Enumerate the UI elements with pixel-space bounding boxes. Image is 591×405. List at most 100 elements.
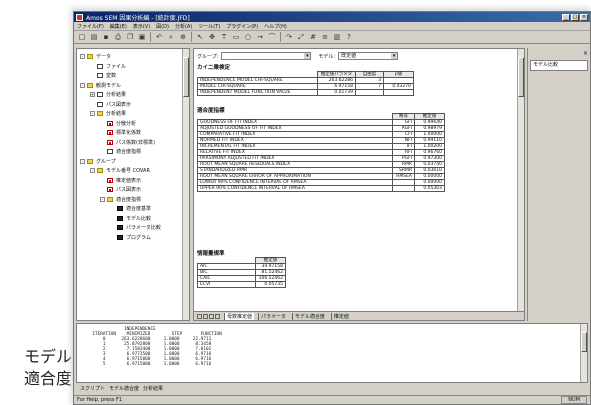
- tree-item-label: プログラム: [126, 234, 151, 241]
- tree-item[interactable]: - 適合度指標: [80, 195, 189, 205]
- expand-toggle-icon[interactable]: -: [80, 54, 85, 60]
- new-icon[interactable]: □: [77, 32, 87, 42]
- tab-2[interactable]: 分析結果: [143, 385, 163, 392]
- tree-item-label: 変数: [106, 73, 117, 80]
- arrow-icon[interactable]: →: [255, 32, 265, 42]
- document-icon: [97, 63, 103, 69]
- group-select[interactable]: [221, 52, 312, 60]
- tab-1[interactable]: モデル適合度: [109, 385, 139, 392]
- expand-toggle-icon[interactable]: -: [90, 111, 95, 117]
- zoom-icon[interactable]: ⊕: [178, 32, 188, 42]
- tree-item[interactable]: 分散分析: [80, 119, 189, 129]
- expand-toggle-icon[interactable]: -: [90, 168, 95, 174]
- help-icon[interactable]: ?: [344, 32, 354, 42]
- tree-item[interactable]: 推定値表示: [80, 176, 189, 186]
- tree-item[interactable]: モデル比較: [80, 214, 189, 224]
- open-icon[interactable]: ▤: [89, 32, 99, 42]
- tree-item[interactable]: - モデル番号 COVAR: [80, 166, 189, 176]
- tree-item-label: グループ: [96, 158, 116, 165]
- table-cell: ECVI: [197, 281, 256, 288]
- menu-item-6[interactable]: プラグイン(P): [226, 23, 258, 30]
- tree-item[interactable]: - 観測モデル: [80, 81, 189, 91]
- text-icon[interactable]: T: [219, 32, 229, 42]
- expand-toggle-icon[interactable]: -: [100, 196, 105, 202]
- tab-2[interactable]: モデル適合度: [291, 312, 327, 320]
- redo-icon[interactable]: ↷: [284, 32, 294, 42]
- curve-icon[interactable]: ⌒: [267, 32, 277, 42]
- move-icon[interactable]: ✥: [207, 32, 217, 42]
- tree-item[interactable]: 変数: [80, 71, 189, 81]
- tab-0[interactable]: スクリプト: [80, 385, 105, 392]
- tab-0[interactable]: 母数推定値: [224, 312, 255, 320]
- model-compare-item[interactable]: モデル比較: [530, 60, 588, 71]
- copy-icon[interactable]: ❐: [125, 32, 135, 42]
- table-row: INDEPENDENT MODEL FUNCTION VALUE 0.01739: [197, 89, 414, 96]
- tab-1[interactable]: パラメータ: [258, 312, 288, 320]
- scrollbar-thumb[interactable]: [581, 332, 587, 352]
- rect-icon[interactable]: ▭: [231, 32, 241, 42]
- report-icon: [117, 206, 123, 212]
- tree-item[interactable]: 適合度指標: [80, 147, 189, 157]
- tree-item[interactable]: + 分析結果: [80, 90, 189, 100]
- tab-nav-arrow-icon[interactable]: [203, 313, 208, 319]
- result-document-icon: [107, 187, 113, 193]
- tab-nav-arrow-icon[interactable]: [215, 313, 220, 319]
- result-document-icon: [107, 139, 113, 145]
- print-icon[interactable]: ⎙: [113, 32, 123, 42]
- save-icon[interactable]: ▪: [101, 32, 111, 42]
- model-select[interactable]: 既定値: [338, 52, 399, 60]
- close-button[interactable]: ×: [580, 13, 588, 21]
- tab-nav-arrow-icon[interactable]: [197, 313, 202, 319]
- tree-item[interactable]: 適合度基準: [80, 204, 189, 214]
- paste-icon[interactable]: ▣: [137, 32, 147, 42]
- tree-item[interactable]: プログラム: [80, 233, 189, 243]
- tree-item[interactable]: - グループ: [80, 157, 189, 167]
- tree-item[interactable]: パラメータ比較: [80, 223, 189, 233]
- tree-item[interactable]: 標準化係数: [80, 128, 189, 138]
- tree-item[interactable]: パス係数(非標準): [80, 138, 189, 148]
- menu-item-0[interactable]: ファイル(F): [77, 23, 104, 30]
- expand-toggle-icon[interactable]: -: [80, 82, 85, 88]
- oval-icon[interactable]: ○: [243, 32, 253, 42]
- tree-scrollbar[interactable]: [182, 49, 189, 320]
- list-icon[interactable]: ≡: [320, 32, 330, 42]
- maximize-button[interactable]: □: [571, 13, 579, 21]
- tree-item[interactable]: ファイル: [80, 62, 189, 72]
- window-controls: _ □ ×: [562, 13, 588, 21]
- tree-item[interactable]: - 分析結果: [80, 109, 189, 119]
- fit-icon[interactable]: ⤢: [296, 32, 306, 42]
- expand-toggle-icon[interactable]: -: [80, 158, 85, 164]
- chart-icon[interactable]: ▥: [332, 32, 342, 42]
- toolbar-separator: [150, 32, 151, 42]
- menu-item-4[interactable]: 分析(A): [175, 23, 192, 30]
- tab-3[interactable]: 推定値: [330, 312, 351, 320]
- app-window: Amos SEM 因果分析編 - [統計度.JFD] _ □ × ファイル(F) 編集…: [73, 11, 591, 405]
- tree-item[interactable]: パス図表示: [80, 185, 189, 195]
- menu-item-3[interactable]: 図(D): [156, 23, 169, 30]
- scrollbar-thumb[interactable]: [518, 57, 524, 97]
- navigation-tree-pane: - データ ファイル 変数 - 観測モデル + 分析結果 パス図表示 - 分析結果 分散分析 標準化係数…: [76, 48, 190, 321]
- results-scrollbar[interactable]: [517, 49, 524, 313]
- menu-item-5[interactable]: ツール(T): [198, 23, 220, 30]
- minimize-button[interactable]: _: [562, 13, 570, 21]
- scrollbar-thumb[interactable]: [183, 57, 189, 97]
- undo-icon[interactable]: ↶: [154, 32, 164, 42]
- pointer-icon[interactable]: ↖: [195, 32, 205, 42]
- tab-nav-buttons: [197, 313, 220, 319]
- menu-item-1[interactable]: 編集(E): [110, 23, 127, 30]
- find-icon[interactable]: ⌕: [166, 32, 176, 42]
- menu-item-2[interactable]: 表示(V): [133, 23, 150, 30]
- tree-item-label: 適合度指標: [116, 149, 142, 156]
- close-icon[interactable]: ×: [583, 50, 588, 57]
- tree-item-label: モデル番号 COVAR: [106, 168, 150, 175]
- tree-item[interactable]: - データ: [80, 52, 189, 62]
- tab-nav-arrow-icon[interactable]: [209, 313, 214, 319]
- tree-item[interactable]: パス図表示: [80, 100, 189, 110]
- table-cell: [392, 185, 415, 192]
- tree-item-label: 観測モデル: [96, 82, 122, 89]
- toolbar-separator: [280, 32, 281, 42]
- output-scrollbar[interactable]: [580, 324, 587, 382]
- expand-toggle-icon[interactable]: +: [90, 92, 95, 98]
- grid-icon[interactable]: #: [308, 32, 318, 42]
- menu-item-7[interactable]: ヘルプ(H): [264, 23, 287, 30]
